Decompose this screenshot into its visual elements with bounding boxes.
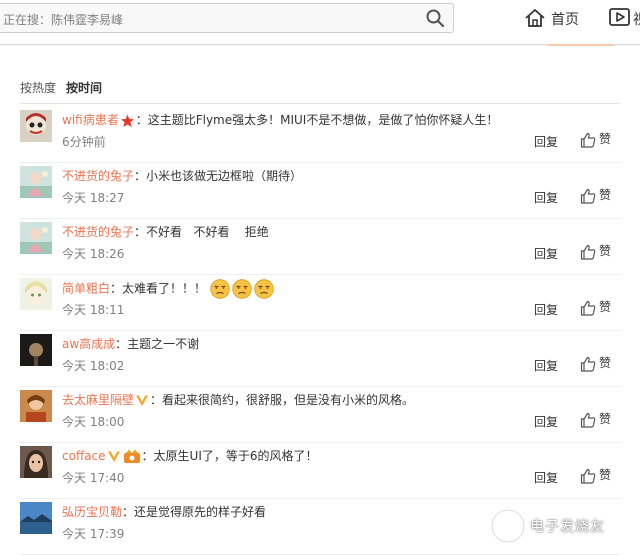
like-button[interactable]: 赞: [580, 186, 611, 204]
comment-text: ：主题之一不谢: [115, 337, 200, 351]
video-link[interactable]: 视: [633, 9, 640, 29]
comment-time: 今天 18:02: [62, 359, 125, 373]
home-link[interactable]: 首页: [551, 9, 579, 29]
unamused-face-icon: [232, 279, 252, 299]
comment-username[interactable]: 去太麻里隔壁: [62, 393, 134, 407]
search-input[interactable]: 正在搜：陈伟霆李易峰: [3, 11, 123, 28]
comment-username[interactable]: aw高成成: [62, 337, 115, 351]
comment-time: 6分钟前: [62, 135, 106, 149]
avatar[interactable]: [20, 502, 52, 534]
video-icon[interactable]: [609, 7, 631, 27]
comment-text: ：还是觉得原先的样子好看: [122, 505, 267, 519]
comment-body: 简单粗白：太难看了！！！: [62, 279, 276, 299]
avatar[interactable]: [20, 334, 52, 366]
sort-tabs: 按热度 按时间: [20, 79, 112, 96]
reply-button[interactable]: 回复: [534, 357, 558, 374]
watermark: 电子发烧友: [486, 506, 636, 550]
comment-time: 今天 18:00: [62, 415, 125, 429]
comment-text: ：太原生UI了，等于6的风格了！: [141, 449, 318, 463]
comment-time: 今天 18:27: [62, 191, 125, 205]
watermark-text: 电子发烧友: [530, 519, 605, 535]
comment-username[interactable]: cofface: [62, 449, 106, 463]
member-badge-icon: [123, 449, 140, 463]
comment-time: 今天 17:40: [62, 471, 125, 485]
comment-item: wifi病患者 ：这主题比Flyme强太多！MIUI不是不想做，是做了怕你怀疑人生…: [20, 106, 620, 163]
comment-username[interactable]: 弘历宝贝勒: [62, 505, 122, 519]
comment-time: 今天 18:26: [62, 247, 125, 261]
comment-item: 不进货的兔子：不好看 不好看 拒绝 今天 18:26 回复 赞: [20, 218, 620, 275]
comment-text: ：这主题比Flyme强太多！MIUI不是不想做，是做了怕你怀疑人生！: [135, 113, 499, 127]
thumbs-up-icon: [580, 300, 596, 316]
search-icon[interactable]: [425, 8, 445, 28]
comment-username[interactable]: 不进货的兔子: [62, 225, 134, 239]
thumbs-up-icon: [580, 244, 596, 260]
comment-body: 弘历宝贝勒：还是觉得原先的样子好看: [62, 503, 266, 520]
thumbs-up-icon: [580, 412, 596, 428]
top-bar: 正在搜：陈伟霆李易峰 首页 视: [0, 0, 640, 45]
like-button[interactable]: 赞: [580, 130, 611, 148]
like-label: 赞: [599, 356, 612, 370]
watermark-logo-icon: [490, 508, 526, 544]
like-label: 赞: [599, 244, 612, 258]
comment-username[interactable]: 简单粗白: [62, 282, 110, 296]
reply-button[interactable]: 回复: [534, 245, 558, 262]
comment-body: 去太麻里隔壁 ：看起来很简约，很舒服，但是没有小米的风格。: [62, 391, 414, 408]
comment-item: 去太麻里隔壁 ：看起来很简约，很舒服，但是没有小米的风格。 今天 18:00 回复…: [20, 386, 620, 443]
comment-text: ：小米也该做无边框啦（期待）: [134, 169, 303, 183]
like-label: 赞: [599, 468, 612, 482]
tab-sort-hot[interactable]: 按热度: [20, 81, 56, 95]
thumbs-up-icon: [580, 468, 596, 484]
avatar[interactable]: [20, 446, 52, 478]
reply-button[interactable]: 回复: [534, 301, 558, 318]
reply-button[interactable]: 回复: [534, 469, 558, 486]
thumbs-up-icon: [580, 132, 596, 148]
comment-panel: 按热度 按时间 wifi病患者 ：这主题比Flyme强太多！MIUI不是不想做，是做…: [0, 46, 640, 556]
comment-body: cofface ：太原生UI了，等于6的风格了！: [62, 447, 318, 464]
tab-sort-time[interactable]: 按时间: [66, 81, 102, 95]
reply-button[interactable]: 回复: [534, 189, 558, 206]
like-label: 赞: [599, 188, 612, 202]
comment-item: 简单粗白：太难看了！！！ 今天 18:11 回复 赞: [20, 274, 620, 331]
unamused-face-icon: [254, 279, 274, 299]
comment-body: wifi病患者 ：这主题比Flyme强太多！MIUI不是不想做，是做了怕你怀疑人生…: [62, 111, 498, 128]
star-badge-icon: [120, 114, 134, 127]
comment-body: aw高成成：主题之一不谢: [62, 335, 199, 352]
avatar[interactable]: [20, 110, 52, 142]
avatar[interactable]: [20, 278, 52, 310]
divider: [20, 103, 620, 104]
avatar[interactable]: [20, 222, 52, 254]
avatar[interactable]: [20, 390, 52, 422]
verified-badge-icon: [136, 395, 149, 406]
comment-item: 不进货的兔子：小米也该做无边框啦（期待） 今天 18:27 回复 赞: [20, 162, 620, 219]
search-box[interactable]: 正在搜：陈伟霆李易峰: [0, 3, 454, 33]
home-icon[interactable]: [524, 7, 546, 29]
like-label: 赞: [599, 412, 612, 426]
unamused-face-icon: [210, 279, 230, 299]
comment-text: ：看起来很简约，很舒服，但是没有小米的风格。: [150, 393, 415, 407]
thumbs-up-icon: [580, 356, 596, 372]
comment-item: cofface ：太原生UI了，等于6的风格了！ 今天 17:40 回复 赞: [20, 442, 620, 499]
thumbs-up-icon: [580, 188, 596, 204]
reply-button[interactable]: 回复: [534, 133, 558, 150]
like-label: 赞: [599, 300, 612, 314]
like-button[interactable]: 赞: [580, 466, 611, 484]
like-button[interactable]: 赞: [580, 298, 611, 316]
comment-time: 今天 18:11: [62, 303, 125, 317]
comment-body: 不进货的兔子：小米也该做无边框啦（期待）: [62, 167, 302, 184]
comment-text: ：太难看了！！！: [110, 281, 207, 296]
like-button[interactable]: 赞: [580, 242, 611, 260]
comment-username[interactable]: wifi病患者: [62, 113, 119, 127]
reply-button[interactable]: 回复: [534, 413, 558, 430]
comment-item: aw高成成：主题之一不谢 今天 18:02 回复 赞: [20, 330, 620, 387]
comment-body: 不进货的兔子：不好看 不好看 拒绝: [62, 223, 269, 240]
comment-time: 今天 17:39: [62, 527, 125, 541]
verified-badge-icon: [107, 451, 120, 462]
comment-username[interactable]: 不进货的兔子: [62, 169, 134, 183]
like-button[interactable]: 赞: [580, 354, 611, 372]
like-label: 赞: [599, 132, 612, 146]
like-button[interactable]: 赞: [580, 410, 611, 428]
comment-text: ：不好看 不好看 拒绝: [134, 225, 269, 239]
avatar[interactable]: [20, 166, 52, 198]
